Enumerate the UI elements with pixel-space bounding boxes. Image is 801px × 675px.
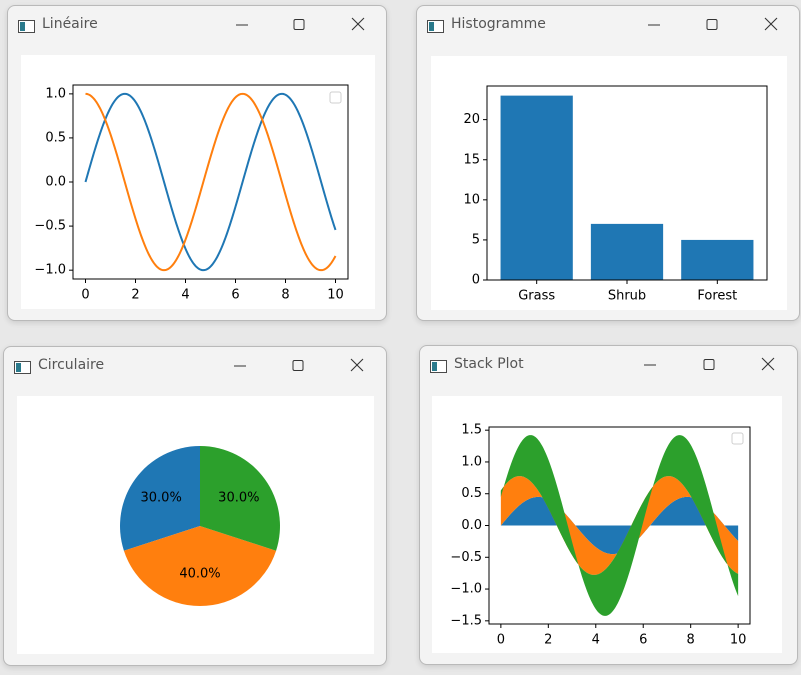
x-tick-label: 2: [544, 633, 552, 648]
titlebar[interactable]: Histogramme: [417, 6, 799, 44]
y-tick-label: −1.5: [450, 613, 482, 628]
pie-slice-label: 30.0%: [218, 490, 259, 505]
bar-grass: [500, 95, 573, 280]
y-tick-label: 0: [472, 273, 480, 288]
app-icon: [427, 18, 444, 33]
close-icon[interactable]: [344, 355, 370, 377]
maximize-icon[interactable]: [286, 14, 312, 36]
y-tick-label: 1.5: [461, 423, 482, 438]
y-tick-label: 0.0: [45, 175, 66, 190]
app-icon: [14, 359, 31, 374]
pie-slice-label: 40.0%: [179, 567, 220, 582]
category-label: Shrub: [608, 289, 646, 304]
y-tick-label: −0.5: [34, 219, 66, 234]
minimize-icon[interactable]: [637, 354, 663, 376]
x-tick-label: 2: [131, 288, 139, 303]
y-tick-label: 0.5: [45, 130, 66, 145]
maximize-icon[interactable]: [696, 354, 722, 376]
y-tick-label: 1.0: [461, 454, 482, 469]
x-tick-label: 8: [281, 288, 289, 303]
y-tick-label: 1.0: [45, 86, 66, 101]
app-icon: [430, 358, 447, 373]
chart-canvas: 0 2 4 6 8 10 1.0 0.5 0.0 −0.5 −1.0: [21, 55, 375, 309]
x-tick-label: 4: [592, 633, 600, 648]
y-tick-label: 0.5: [461, 486, 482, 501]
y-tick-label: 5: [472, 232, 480, 247]
close-icon[interactable]: [758, 14, 784, 36]
maximize-icon[interactable]: [699, 14, 725, 36]
app-icon: [18, 18, 35, 33]
category-label: Forest: [697, 289, 737, 304]
minimize-icon[interactable]: [227, 355, 253, 377]
x-tick-label: 10: [327, 288, 344, 303]
window-stack-plot[interactable]: Stack Plot 0 2 4 6 8 10 1.5 1.0 0.5 0.0 −0.5 −1.0 −1…: [419, 345, 798, 665]
bar-shrub: [590, 223, 664, 280]
close-icon[interactable]: [755, 354, 781, 376]
titlebar[interactable]: Linéaire: [8, 6, 386, 44]
x-tick-label: 6: [639, 633, 647, 648]
minimize-icon[interactable]: [229, 14, 255, 36]
chart-canvas: 30.0% 40.0% 30.0%: [17, 396, 374, 654]
x-tick-label: 6: [231, 288, 239, 303]
y-tick-label: 10: [463, 192, 480, 207]
close-icon[interactable]: [345, 14, 371, 36]
stack-chart: 0 2 4 6 8 10 1.5 1.0 0.5 0.0 −0.5 −1.0 −1.5: [450, 423, 751, 648]
window-title: Stack Plot: [454, 356, 524, 372]
bar-chart: Grass Shrub Forest 0 5 10 15 20: [463, 85, 768, 304]
x-tick-label: 4: [181, 288, 189, 303]
titlebar[interactable]: Circulaire: [4, 347, 386, 385]
line-chart: 0 2 4 6 8 10 1.0 0.5 0.0 −0.5 −1.0: [34, 84, 349, 303]
y-tick-label: −0.5: [450, 550, 482, 565]
pie-slice-label: 30.0%: [141, 490, 182, 505]
window-title: Histogramme: [451, 16, 546, 32]
x-tick-label: 0: [497, 633, 505, 648]
axes-frame: [72, 84, 349, 280]
window-lineaire[interactable]: Linéaire 0 2 4 6 8 10 1.0 0.5 0.0 −0.5 −1.0: [7, 5, 387, 321]
minimize-icon[interactable]: [641, 14, 667, 36]
legend-box: [329, 91, 342, 104]
y-tick-label: 15: [463, 152, 480, 167]
titlebar[interactable]: Stack Plot: [420, 346, 797, 384]
category-label: Grass: [518, 289, 555, 304]
chart-canvas: 0 2 4 6 8 10 1.5 1.0 0.5 0.0 −0.5 −1.0 −1.5: [432, 396, 782, 653]
pie-chart: 30.0% 40.0% 30.0%: [120, 446, 280, 606]
y-tick-label: −1.0: [450, 582, 482, 597]
y-tick-label: 0.0: [461, 518, 482, 533]
legend-box: [731, 432, 744, 445]
window-circulaire[interactable]: Circulaire 30.0% 40.0% 30.0%: [3, 346, 387, 666]
y-tick-label: 20: [463, 112, 480, 127]
bar-forest: [681, 239, 754, 280]
series-line-0: [84, 92, 337, 272]
x-tick-label: 8: [687, 633, 695, 648]
chart-canvas: Grass Shrub Forest 0 5 10 15 20: [431, 56, 787, 310]
x-tick-label: 0: [81, 288, 89, 303]
window-histogramme[interactable]: Histogramme Grass Shrub Forest 0 5 10 15 20: [416, 5, 800, 321]
window-title: Circulaire: [38, 357, 105, 373]
y-tick-label: −1.0: [34, 263, 66, 278]
series-line-1: [85, 92, 337, 272]
window-title: Linéaire: [42, 16, 98, 32]
maximize-icon[interactable]: [285, 355, 311, 377]
x-tick-label: 10: [730, 633, 747, 648]
